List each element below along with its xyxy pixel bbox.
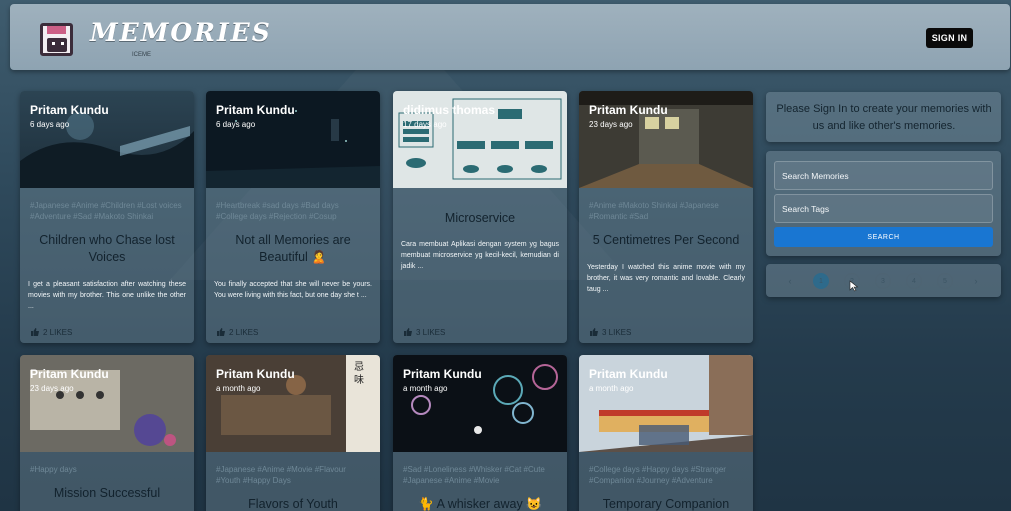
card-time: 6 days ago [30,120,70,129]
like-button[interactable]: 3 LIKES [589,327,631,337]
card-title: Mission Successful [53,486,161,500]
card-tags: #Anime #Makoto Shinkai #Japanese #Romant… [589,201,719,221]
card-title: Microservice [444,211,516,225]
memory-card[interactable]: 忌 味 Pritam Kundu a month ago #Japanese #… [206,355,380,511]
thumb-up-icon [590,328,598,336]
page-button-3[interactable]: 3 [875,273,891,289]
card-tags: #Sad #Loneliness #Whisker #Cat #Cute #Ja… [403,465,545,485]
memory-card[interactable]: Pritam Kundu 6 days ago #Japanese #Anime… [20,91,194,343]
card-tags: #Japanese #Anime #Children #Lost voices … [30,201,182,221]
card-title: Flavors of Youth [248,497,338,511]
card-time: 23 days ago [589,120,633,129]
card-time: a month ago [589,384,634,393]
search-memories-input[interactable]: Search Memories [774,161,993,190]
like-button[interactable]: 2 LIKES [216,327,258,337]
page-button-4[interactable]: 4 [906,273,922,289]
search-tags-input[interactable]: Search Tags [774,194,993,223]
like-count: 2 LIKES [229,327,259,337]
brand-title[interactable]: MEMORIES [90,18,272,47]
sign-in-button[interactable]: SIGN IN [926,28,973,48]
card-title: Not all Memories are Beautiful 🙎 [235,233,351,264]
like-count: 3 LIKES [602,327,632,337]
card-tags: #College days #Happy days #Stranger #Com… [589,465,726,485]
card-author: Pritam Kundu [216,367,295,381]
brand-subtitle: ICEME [132,52,152,58]
thumb-up-icon [31,328,39,336]
memory-card[interactable]: Pritam Kundu a month ago #Sad #Lonelines… [393,355,567,511]
mouse-pointer-icon [849,280,859,292]
next-page-button[interactable]: › [968,273,984,289]
card-author: Pritam Kundu [30,367,109,381]
card-title: 5 Centimetres Per Second [592,233,740,247]
memory-card[interactable]: Pritam Kundu 6 days ago #Heartbreak #sad… [206,91,380,343]
app-bar: MEMORIES ICEME SIGN IN [10,4,1010,70]
card-message: Yesterday I watched this anime movie wit… [587,264,745,293]
card-tags: #Happy days [30,465,77,474]
svg-text:忌: 忌 [354,361,364,373]
card-title: 🐈 A whisker away 😺 [418,497,542,511]
search-button[interactable]: SEARCH [774,227,993,247]
card-tags: #Japanese #Anime #Movie #Flavour #Youth … [216,465,346,485]
card-time: 17 days ago [403,120,447,129]
card-message: Cara membuat Aplikasi dengan system yg b… [401,241,559,270]
like-count: 3 LIKES [416,327,446,337]
signin-notice-text: Please Sign In to create your memories w… [776,103,992,132]
signin-notice-panel: Please Sign In to create your memories w… [766,92,1001,142]
card-author: Pritam Kundu [216,103,295,117]
card-time: a month ago [216,384,261,393]
card-time: 23 days ago [30,384,74,393]
search-panel: Search Memories Search Tags SEARCH [766,151,1001,256]
thumb-up-icon [217,328,225,336]
card-author: Pritam Kundu [403,367,482,381]
memory-card[interactable]: Pritam Kundu a month ago #College days #… [579,355,753,511]
floppy-logo-icon[interactable] [40,23,73,56]
memory-card[interactable]: didimus thomas 17 days ago Microservice … [393,91,567,343]
card-tags: #Heartbreak #sad days #Bad days #College… [216,201,339,221]
card-time: 6 days ago [216,120,256,129]
pagination: ‹ 1 2 3 4 5 › [766,264,1001,297]
prev-page-button[interactable]: ‹ [782,273,798,289]
card-time: a month ago [403,384,448,393]
svg-text:味: 味 [354,374,364,386]
memory-card[interactable]: Pritam Kundu 23 days ago #Anime #Makoto … [579,91,753,343]
like-button[interactable]: 2 LIKES [30,327,72,337]
card-author: Pritam Kundu [589,367,668,381]
page-button-5[interactable]: 5 [937,273,953,289]
page-button-1[interactable]: 1 [813,273,829,289]
like-button[interactable]: 3 LIKES [403,327,445,337]
like-count: 2 LIKES [43,327,73,337]
card-author: Pritam Kundu [30,103,109,117]
card-title: Temporary Companion [602,497,730,511]
card-author: didimus thomas [403,103,496,117]
card-author: Pritam Kundu [589,103,668,117]
thumb-up-icon [404,328,412,336]
card-message: I get a pleasant satisfaction after watc… [28,281,186,310]
memory-card[interactable]: Pritam Kundu 23 days ago #Happy days Mis… [20,355,194,511]
card-message: You finally accepted that she will never… [214,281,372,299]
card-title: Children who Chase lost Voices [39,233,175,264]
